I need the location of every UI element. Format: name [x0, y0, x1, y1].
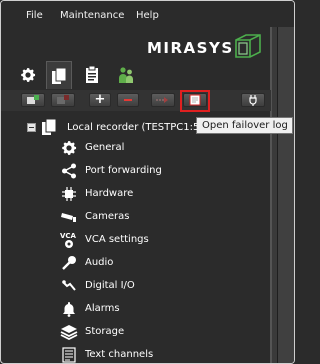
tree-item-label: VCA settings: [85, 234, 149, 245]
move-button[interactable]: [151, 93, 175, 107]
tree-root-label: Local recorder (TESTPC1:50: [67, 122, 197, 133]
tree-item-general[interactable]: General: [59, 137, 259, 159]
connect-button[interactable]: [241, 93, 265, 107]
tree-item-alarms[interactable]: Alarms: [59, 298, 259, 320]
logo-cube-icon: [235, 34, 261, 58]
clipboard-icon: [86, 66, 98, 83]
remove-device-button[interactable]: [51, 93, 75, 107]
users-icon: [119, 67, 133, 83]
remove-button[interactable]: [117, 93, 139, 107]
collapse-toggle[interactable]: [27, 123, 36, 132]
tree-item-storage[interactable]: Storage: [59, 321, 259, 343]
menu-bar: File Maintenance Help: [1, 1, 294, 29]
tree-item-label: General: [85, 142, 125, 153]
tree-item-audio[interactable]: Audio: [59, 252, 259, 274]
app-window: File Maintenance Help MIRASYS + Open fai…: [0, 0, 295, 364]
add-button[interactable]: +: [89, 93, 111, 107]
brand-logo: MIRASYS: [147, 34, 267, 59]
tab-profiles[interactable]: [79, 61, 105, 89]
svg-text:VCA: VCA: [60, 232, 77, 240]
microphone-icon: [59, 253, 79, 273]
tree-item-label: Audio: [85, 257, 114, 268]
add-device-button[interactable]: [21, 93, 45, 107]
failover-log-highlight: [180, 90, 210, 112]
add-device-icon: [27, 95, 39, 104]
tree-item-label: Alarms: [85, 303, 120, 314]
tree-root-local-recorder[interactable]: Local recorder (TESTPC1:50: [27, 118, 272, 138]
plug-icon: [249, 95, 257, 106]
chip-icon: [59, 184, 79, 204]
menu-help[interactable]: Help: [136, 10, 159, 21]
layers-icon: [59, 322, 79, 342]
digital-io-icon: [59, 276, 79, 296]
plus-icon: +: [94, 92, 106, 107]
device-toolbar: +: [1, 90, 271, 111]
tree-item-label: Hardware: [85, 188, 134, 199]
tree-item-label: Digital I/O: [85, 280, 135, 291]
tree-item-label: Text channels: [85, 349, 154, 360]
tree-item-label: Storage: [85, 326, 125, 337]
move-arrow-icon: [156, 97, 168, 103]
minus-icon: [124, 99, 132, 101]
tab-settings[interactable]: [15, 61, 41, 89]
tree-item-cameras[interactable]: Cameras: [59, 206, 259, 228]
tree-item-vca-settings[interactable]: VCA VCA settings: [59, 229, 259, 251]
remove-device-icon: [57, 95, 69, 104]
tree-item-text-channels[interactable]: Text channels: [59, 344, 259, 363]
gear-icon: [59, 138, 79, 158]
right-panel-inner: [277, 27, 294, 363]
tree-item-label: Cameras: [85, 211, 130, 222]
tree-item-hardware[interactable]: Hardware: [59, 183, 259, 205]
menu-maintenance[interactable]: Maintenance: [60, 10, 124, 21]
logo-text: MIRASYS: [147, 39, 234, 57]
tree-item-port-forwarding[interactable]: Port forwarding: [59, 160, 259, 182]
camera-icon: [59, 207, 79, 227]
bell-icon: [59, 299, 79, 319]
tree-item-label: Port forwarding: [85, 165, 162, 176]
gear-icon: [21, 68, 36, 82]
right-panel: [270, 27, 294, 363]
tab-users[interactable]: [113, 61, 139, 89]
vca-icon: VCA: [59, 230, 79, 250]
share-icon: [59, 161, 79, 181]
recorder-icon: [41, 118, 57, 140]
tab-devices[interactable]: [46, 61, 72, 89]
tree-item-digital-io[interactable]: Digital I/O: [59, 275, 259, 297]
menu-file[interactable]: File: [26, 10, 43, 21]
text-channel-icon: [59, 345, 79, 363]
documents-icon: [52, 67, 67, 84]
